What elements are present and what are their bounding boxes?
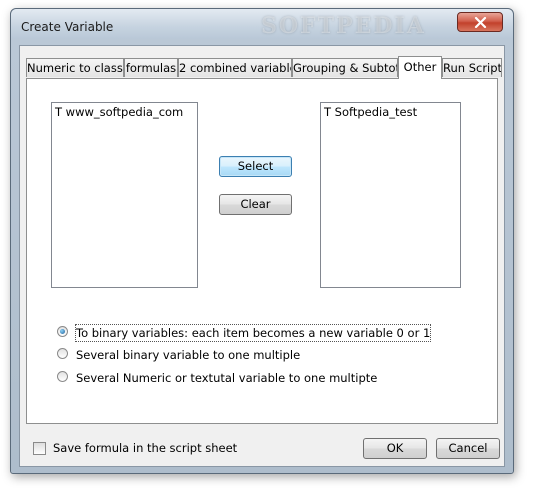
option-label: To binary variables: each item becomes a… [74, 324, 432, 342]
option-label: Several binary variable to one multiple [76, 348, 301, 362]
cancel-button[interactable]: Cancel [436, 438, 500, 459]
save-formula-checkbox[interactable] [33, 442, 46, 455]
create-variable-dialog: Create Variable SOFTPEDIA Numeric to cla… [10, 8, 514, 474]
close-icon [474, 17, 487, 28]
radio-button[interactable] [57, 348, 68, 359]
tab-grouping-subtotal[interactable]: Grouping & Subtotal [292, 58, 398, 77]
softpedia-watermark: SOFTPEDIA [261, 13, 426, 39]
selected-variable-list[interactable]: T Softpedia_test [320, 102, 461, 288]
list-item[interactable]: T www_softpedia_com [55, 105, 194, 119]
title-bar[interactable]: Create Variable SOFTPEDIA [11, 9, 513, 39]
ok-button[interactable]: OK [363, 438, 427, 459]
tab-2-combined-variables[interactable]: 2 combined variables [178, 58, 292, 77]
tab-formulas[interactable]: formulas [124, 58, 178, 77]
close-button[interactable] [457, 12, 503, 32]
list-item[interactable]: T Softpedia_test [324, 105, 457, 119]
clear-button[interactable]: Clear [219, 194, 292, 215]
radio-button[interactable] [57, 326, 68, 337]
tab-run-script[interactable]: Run Script [442, 58, 502, 77]
select-button[interactable]: Select [219, 156, 292, 177]
other-tab-panel: T www_softpedia_com Select Clear T Softp… [26, 78, 498, 424]
source-variable-list[interactable]: T www_softpedia_com [51, 102, 198, 288]
tab-numeric-to-classes[interactable]: Numeric to classes [26, 58, 124, 77]
radio-button[interactable] [57, 371, 68, 382]
tab-other[interactable]: Other [398, 56, 442, 79]
save-formula-label[interactable]: Save formula in the script sheet [53, 441, 237, 455]
dialog-client-area: Numeric to classes formulas 2 combined v… [19, 45, 505, 467]
option-label: Several Numeric or textutal variable to … [76, 371, 378, 385]
window-title: Create Variable [21, 20, 114, 34]
